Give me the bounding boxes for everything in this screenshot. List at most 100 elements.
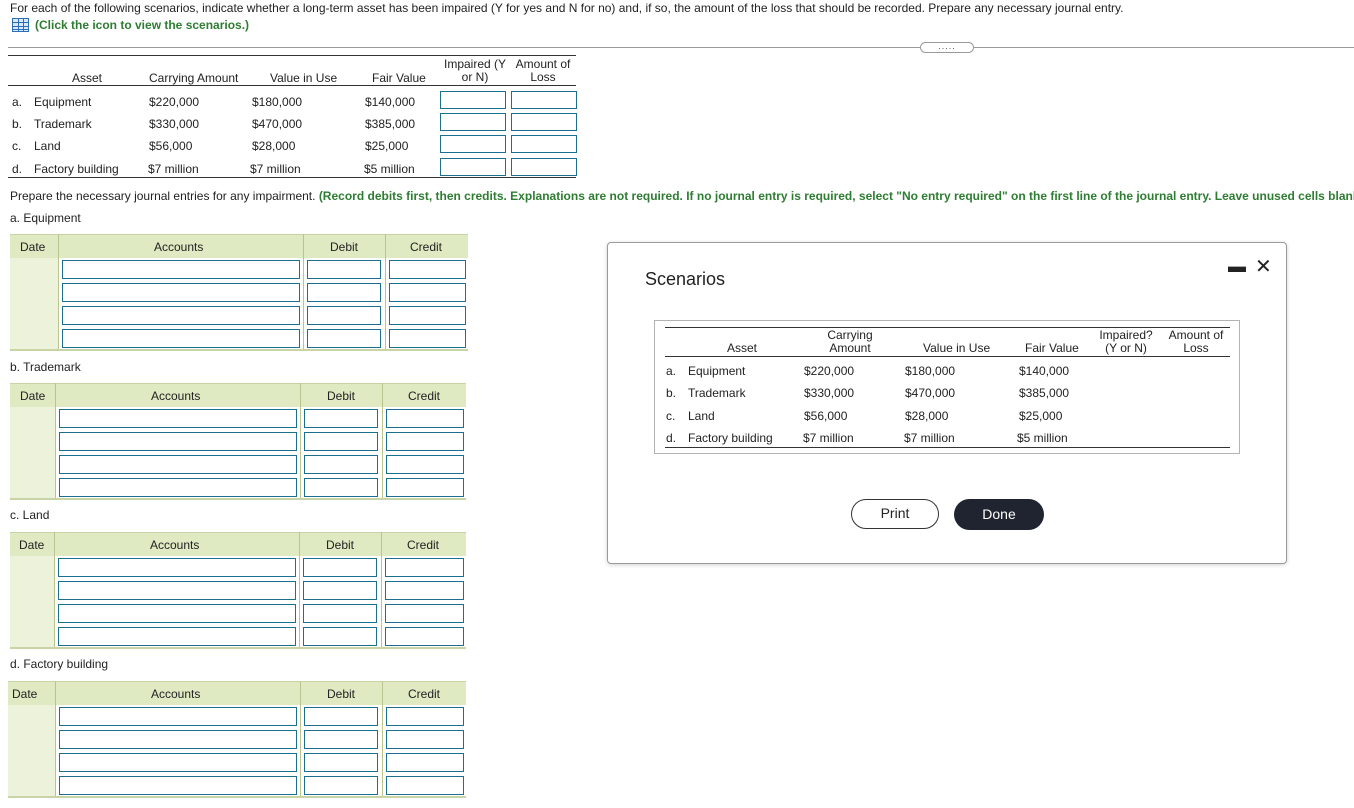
- date-cell[interactable]: [10, 579, 54, 602]
- account-input[interactable]: [59, 753, 297, 772]
- row-letter: b.: [666, 386, 677, 400]
- date-cell[interactable]: [10, 625, 54, 648]
- debit-input[interactable]: [304, 776, 378, 795]
- account-input[interactable]: [62, 329, 300, 348]
- view-scenarios-text[interactable]: (Click the icon to view the scenarios.): [35, 18, 249, 32]
- date-cell[interactable]: [10, 453, 55, 476]
- done-button[interactable]: Done: [954, 499, 1044, 530]
- date-cell[interactable]: [10, 327, 58, 350]
- account-input[interactable]: [59, 707, 297, 726]
- credit-input[interactable]: [389, 329, 466, 348]
- row-carrying: $56,000: [149, 139, 193, 153]
- account-input[interactable]: [58, 581, 296, 600]
- row-value-in-use: $28,000: [905, 409, 949, 423]
- view-scenarios-link[interactable]: (Click the icon to view the scenarios.): [12, 18, 249, 32]
- date-cell[interactable]: [10, 602, 54, 625]
- journal-header: Date Accounts Debit Credit: [8, 681, 466, 705]
- credit-input[interactable]: [389, 283, 466, 302]
- credit-input[interactable]: [386, 478, 464, 497]
- account-input[interactable]: [59, 478, 297, 497]
- impaired-input-a[interactable]: [440, 91, 506, 109]
- date-cell[interactable]: [8, 751, 55, 774]
- loss-input-d[interactable]: [511, 158, 577, 176]
- table-grid-icon[interactable]: [12, 18, 29, 32]
- credit-input[interactable]: [389, 260, 466, 279]
- date-cell[interactable]: [10, 556, 54, 579]
- date-cell[interactable]: [8, 728, 55, 751]
- journal-header: Date Accounts Debit Credit: [10, 234, 468, 258]
- credit-input[interactable]: [386, 776, 464, 795]
- credit-input[interactable]: [385, 604, 464, 623]
- row-letter: a.: [12, 95, 23, 109]
- impaired-input-d[interactable]: [440, 158, 506, 176]
- debit-input[interactable]: [307, 329, 381, 348]
- debit-input[interactable]: [303, 581, 377, 600]
- account-input[interactable]: [59, 409, 297, 428]
- account-input[interactable]: [62, 306, 300, 325]
- date-cell[interactable]: [10, 304, 58, 327]
- row-fair-value: $140,000: [365, 95, 416, 109]
- date-cell[interactable]: [8, 705, 55, 728]
- date-cell[interactable]: [8, 774, 55, 797]
- credit-input[interactable]: [386, 432, 464, 451]
- date-cell[interactable]: [10, 258, 58, 281]
- debit-input[interactable]: [303, 558, 377, 577]
- header-value-in-use: Value in Use: [923, 341, 991, 355]
- debit-input[interactable]: [307, 260, 381, 279]
- debit-input[interactable]: [307, 283, 381, 302]
- credit-input[interactable]: [385, 581, 464, 600]
- row-carrying: $7 million: [803, 431, 854, 445]
- credit-input[interactable]: [386, 753, 464, 772]
- account-input[interactable]: [59, 776, 297, 795]
- row-asset: Factory building: [34, 162, 119, 176]
- loss-input-b[interactable]: [511, 113, 577, 131]
- header-impaired-line2: or N): [461, 70, 489, 84]
- header-loss-line2: Loss: [530, 70, 556, 84]
- row-fair-value: $25,000: [365, 139, 409, 153]
- account-input[interactable]: [59, 432, 297, 451]
- account-input[interactable]: [58, 558, 296, 577]
- header-date: Date: [20, 389, 46, 403]
- credit-input[interactable]: [386, 707, 464, 726]
- minimize-icon[interactable]: ▬: [1228, 256, 1246, 277]
- debit-input[interactable]: [304, 478, 378, 497]
- debit-input[interactable]: [304, 707, 378, 726]
- date-cell[interactable]: [10, 476, 55, 499]
- account-input[interactable]: [62, 283, 300, 302]
- header-credit: Credit: [407, 538, 440, 552]
- impaired-input-b[interactable]: [440, 113, 506, 131]
- account-input[interactable]: [58, 604, 296, 623]
- debit-input[interactable]: [303, 604, 377, 623]
- header-accounts: Accounts: [151, 389, 201, 403]
- date-cell[interactable]: [10, 281, 58, 304]
- loss-input-a[interactable]: [511, 91, 577, 109]
- table-rule: [665, 356, 1230, 357]
- journal-table-land: Date Accounts Debit Credit: [10, 532, 466, 649]
- credit-input[interactable]: [386, 455, 464, 474]
- debit-input[interactable]: [304, 455, 378, 474]
- debit-input[interactable]: [304, 409, 378, 428]
- account-input[interactable]: [59, 730, 297, 749]
- credit-input[interactable]: [386, 409, 464, 428]
- close-icon[interactable]: ✕: [1255, 254, 1272, 279]
- credit-input[interactable]: [385, 558, 464, 577]
- credit-input[interactable]: [385, 627, 464, 646]
- account-input[interactable]: [59, 455, 297, 474]
- account-input[interactable]: [62, 260, 300, 279]
- journal-label-trademark: b. Trademark: [10, 360, 81, 374]
- debit-input[interactable]: [303, 627, 377, 646]
- loss-input-c[interactable]: [511, 135, 577, 153]
- debit-input[interactable]: [304, 432, 378, 451]
- debit-input[interactable]: [307, 306, 381, 325]
- print-button[interactable]: Print: [851, 499, 939, 529]
- date-cell[interactable]: [10, 430, 55, 453]
- impaired-input-c[interactable]: [440, 135, 506, 153]
- debit-input[interactable]: [304, 730, 378, 749]
- credit-input[interactable]: [389, 306, 466, 325]
- debit-input[interactable]: [304, 753, 378, 772]
- date-cell[interactable]: [10, 407, 55, 430]
- account-input[interactable]: [58, 627, 296, 646]
- credit-input[interactable]: [386, 730, 464, 749]
- collapse-toggle[interactable]: .....: [920, 42, 974, 53]
- row-asset: Equipment: [34, 95, 92, 109]
